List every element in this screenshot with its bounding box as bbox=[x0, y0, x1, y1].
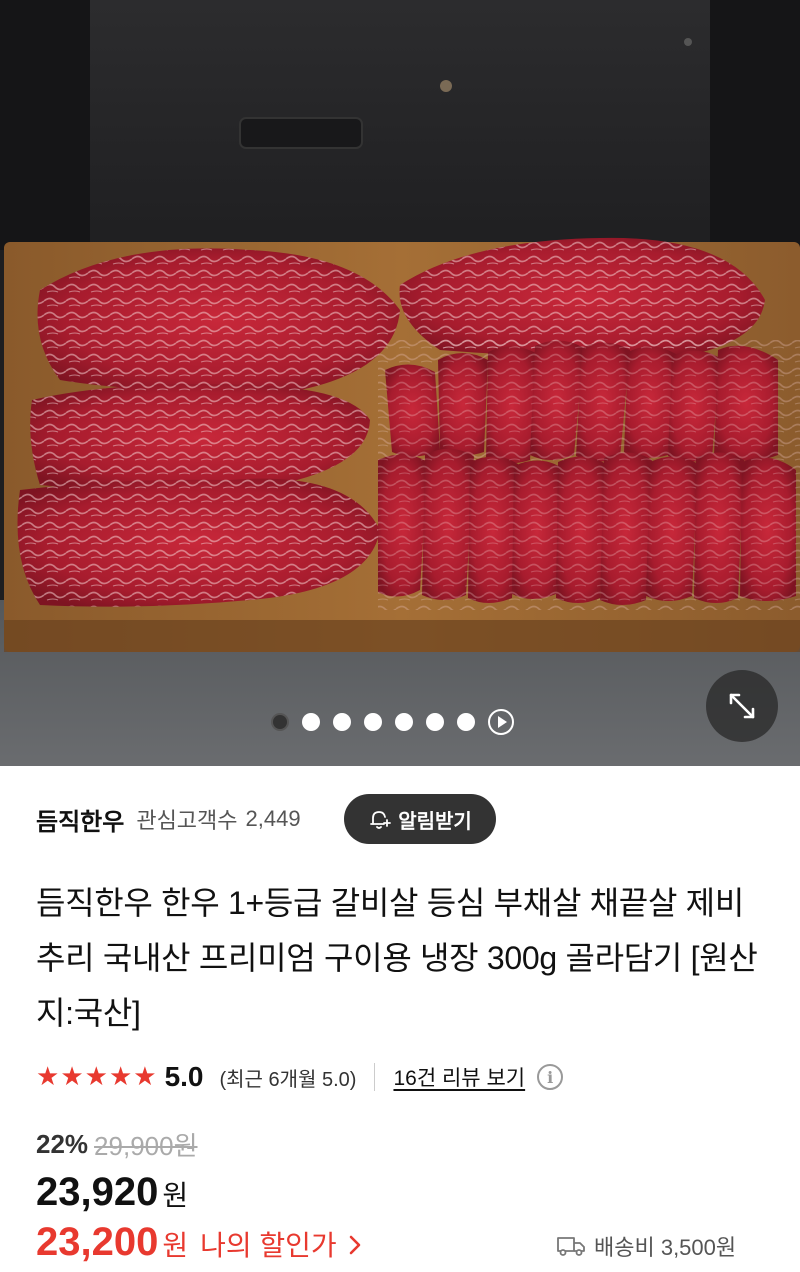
expand-icon bbox=[729, 693, 755, 719]
product-image-carousel[interactable] bbox=[0, 0, 800, 766]
rating-summary: ★ ★ ★ ★ ★ 5.0 (최근 6개월 5.0) 16건 리뷰 보기 i bbox=[36, 1058, 564, 1096]
star-icon: ★ bbox=[133, 1062, 157, 1092]
expand-button[interactable] bbox=[706, 670, 778, 742]
store-info: 듬직한우 관심고객수 2,449 bbox=[36, 793, 301, 845]
chevron-right-icon bbox=[347, 1230, 363, 1262]
my-price-unit: 원 bbox=[162, 1230, 189, 1261]
carousel-dot[interactable] bbox=[364, 713, 382, 731]
carousel-dot[interactable] bbox=[426, 713, 444, 731]
discount-rate: 22% bbox=[36, 1128, 89, 1159]
play-icon[interactable] bbox=[488, 709, 514, 735]
carousel-dot-active[interactable] bbox=[271, 713, 289, 731]
divider bbox=[374, 1063, 376, 1091]
shipping-fee: 배송비 3,500원 bbox=[556, 1228, 736, 1264]
rating-score: 5.0 bbox=[164, 1061, 204, 1092]
discount-info: 22% 29,900원 bbox=[36, 1124, 198, 1164]
my-discount-label: 나의 할인가 bbox=[200, 1230, 337, 1261]
product-title: 듬직한우 한우 1+등급 갈비살 등심 부채살 채끝살 제비추리 국내산 프리미… bbox=[36, 885, 758, 1031]
carousel-dot[interactable] bbox=[395, 713, 413, 731]
star-icon: ★ bbox=[84, 1062, 108, 1092]
carousel-dot[interactable] bbox=[333, 713, 351, 731]
subscribe-alarm-button[interactable]: 알림받기 bbox=[344, 794, 496, 844]
sale-price: 23,920 bbox=[36, 1170, 159, 1214]
fan-count-label: 관심고객수 bbox=[136, 808, 238, 833]
star-icon: ★ bbox=[108, 1062, 133, 1092]
carousel-indicators bbox=[0, 709, 800, 735]
shipping-fee-label: 배송비 3,500원 bbox=[594, 1235, 737, 1260]
truck-icon bbox=[557, 1237, 585, 1256]
original-price: 29,900원 bbox=[94, 1130, 198, 1161]
fan-count: 2,449 bbox=[245, 806, 301, 831]
view-reviews-link[interactable]: 16건 리뷰 보기 bbox=[393, 1062, 525, 1092]
star-rating: ★ ★ ★ ★ ★ bbox=[36, 1064, 157, 1090]
alarm-button-label: 알림받기 bbox=[398, 810, 472, 833]
recent-rating: (최근 6개월 5.0) bbox=[219, 1068, 357, 1091]
product-photo bbox=[0, 0, 800, 766]
my-discount-price: 23,200 bbox=[36, 1220, 159, 1264]
info-icon[interactable]: i bbox=[537, 1064, 564, 1090]
store-name[interactable]: 듬직한우 bbox=[36, 802, 124, 837]
carousel-dot[interactable] bbox=[302, 713, 320, 731]
my-discount-price-link[interactable]: 23,200 원 나의 할인가 bbox=[36, 1220, 363, 1270]
star-icon: ★ bbox=[60, 1062, 84, 1092]
bell-plus-icon bbox=[370, 811, 392, 829]
star-icon: ★ bbox=[36, 1062, 60, 1092]
sale-price-row: 23,920 원 bbox=[36, 1170, 188, 1220]
sale-price-unit: 원 bbox=[162, 1180, 189, 1211]
carousel-dot[interactable] bbox=[457, 713, 475, 731]
